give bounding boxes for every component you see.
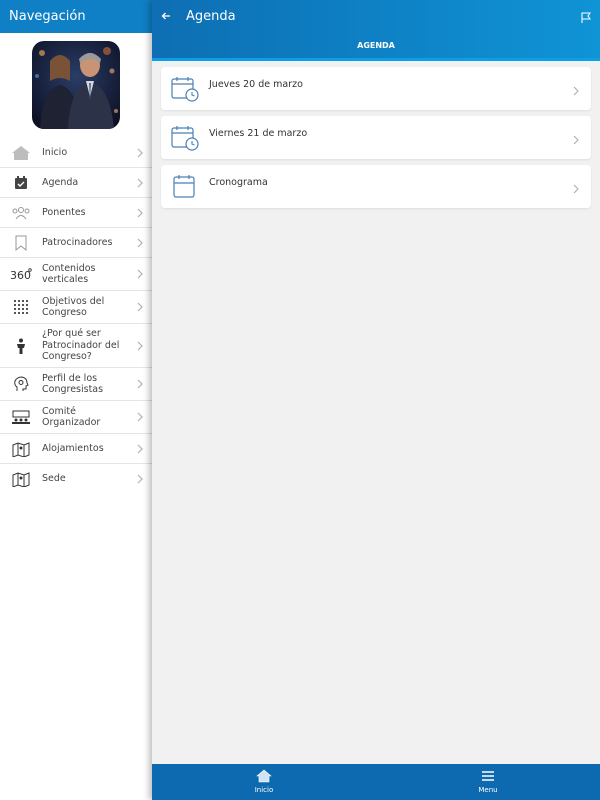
sidebar-item-inicio[interactable]: Inicio: [0, 138, 152, 168]
back-arrow-icon[interactable]: [158, 8, 174, 24]
svg-text:360: 360: [10, 269, 31, 281]
chevron-right-icon: [136, 177, 144, 189]
chevron-right-icon: [136, 207, 144, 219]
chevron-right-icon: [136, 147, 144, 159]
calendar-clock-icon: [171, 76, 199, 102]
chevron-right-icon: [136, 473, 144, 485]
navigation-drawer: Navegación Inicio Agenda Ponentes Patroc…: [0, 0, 152, 800]
sidebar-item-patrocinadores[interactable]: Patrocinadores: [0, 228, 152, 258]
agenda-item-label: Viernes 21 de marzo: [209, 128, 308, 139]
chevron-right-icon: [136, 411, 144, 423]
head-gear-icon: [0, 368, 42, 400]
agenda-item-label: Cronograma: [209, 177, 268, 188]
chevron-right-icon: [136, 443, 144, 455]
chevron-right-icon: [136, 237, 144, 249]
agenda-item-label: Jueves 20 de marzo: [209, 79, 303, 90]
sidebar-item-ponentes[interactable]: Ponentes: [0, 198, 152, 228]
agenda-list: Jueves 20 de marzo Viernes 21 de marzo C…: [152, 61, 600, 208]
menu-icon: [481, 768, 495, 784]
person-icon: [0, 324, 42, 367]
sidebar-item-comite-organizador[interactable]: Comité Organizador: [0, 401, 152, 434]
chevron-right-icon: [136, 340, 144, 352]
nav-list: Inicio Agenda Ponentes Patrocinadores 36…: [0, 138, 152, 494]
chevron-right-icon: [136, 268, 144, 280]
sidebar-item-objetivos[interactable]: Objetivos del Congreso: [0, 291, 152, 324]
agenda-item-viernes[interactable]: Viernes 21 de marzo: [161, 116, 591, 159]
chevron-right-icon: [136, 301, 144, 313]
chevron-right-icon: [573, 179, 581, 194]
people-icon: [0, 198, 42, 227]
bottom-nav-menu-label: Menu: [478, 786, 498, 794]
sidebar-item-sede[interactable]: Sede: [0, 464, 152, 494]
calendar-clock-icon: [171, 125, 199, 151]
360-icon: 360: [0, 258, 42, 290]
bottom-nav-home-label: Inicio: [254, 786, 274, 794]
page-title: Agenda: [186, 9, 236, 24]
committee-icon: [0, 401, 42, 433]
bottom-nav-home[interactable]: Inicio: [224, 768, 304, 794]
tab-agenda[interactable]: AGENDA: [152, 33, 600, 59]
chevron-right-icon: [573, 81, 581, 96]
home-icon: [256, 768, 272, 784]
event-photo: [32, 41, 120, 129]
sidebar-item-perfil-congresistas[interactable]: Perfil de los Congresistas: [0, 368, 152, 401]
sidebar-item-agenda[interactable]: Agenda: [0, 168, 152, 198]
flag-icon[interactable]: [580, 9, 594, 23]
main-panel: Agenda AGENDA Jueves 20 de marzo Viernes…: [152, 0, 600, 800]
chevron-right-icon: [573, 130, 581, 145]
tab-bar: AGENDA: [152, 33, 600, 61]
agenda-item-cronograma[interactable]: Cronograma: [161, 165, 591, 208]
calendar-icon: [171, 174, 199, 200]
map-icon: [0, 464, 42, 494]
grid-icon: [0, 291, 42, 323]
sidebar-item-contenidos-verticales[interactable]: 360 Contenidos verticales: [0, 258, 152, 291]
agenda-item-jueves[interactable]: Jueves 20 de marzo: [161, 67, 591, 110]
sidebar-item-por-que-patrocinador[interactable]: ¿Por qué ser Patrocinador del Congreso?: [0, 324, 152, 368]
bottom-nav-menu[interactable]: Menu: [448, 768, 528, 794]
sidebar-item-alojamientos[interactable]: Alojamientos: [0, 434, 152, 464]
drawer-title: Navegación: [0, 0, 152, 33]
bottom-nav-bar: Inicio Menu: [152, 764, 600, 800]
bookmark-icon: [0, 228, 42, 257]
chevron-right-icon: [136, 378, 144, 390]
calendar-check-icon: [0, 168, 42, 197]
map-icon: [0, 434, 42, 463]
top-app-bar: Agenda: [152, 0, 600, 33]
home-icon: [0, 138, 42, 167]
